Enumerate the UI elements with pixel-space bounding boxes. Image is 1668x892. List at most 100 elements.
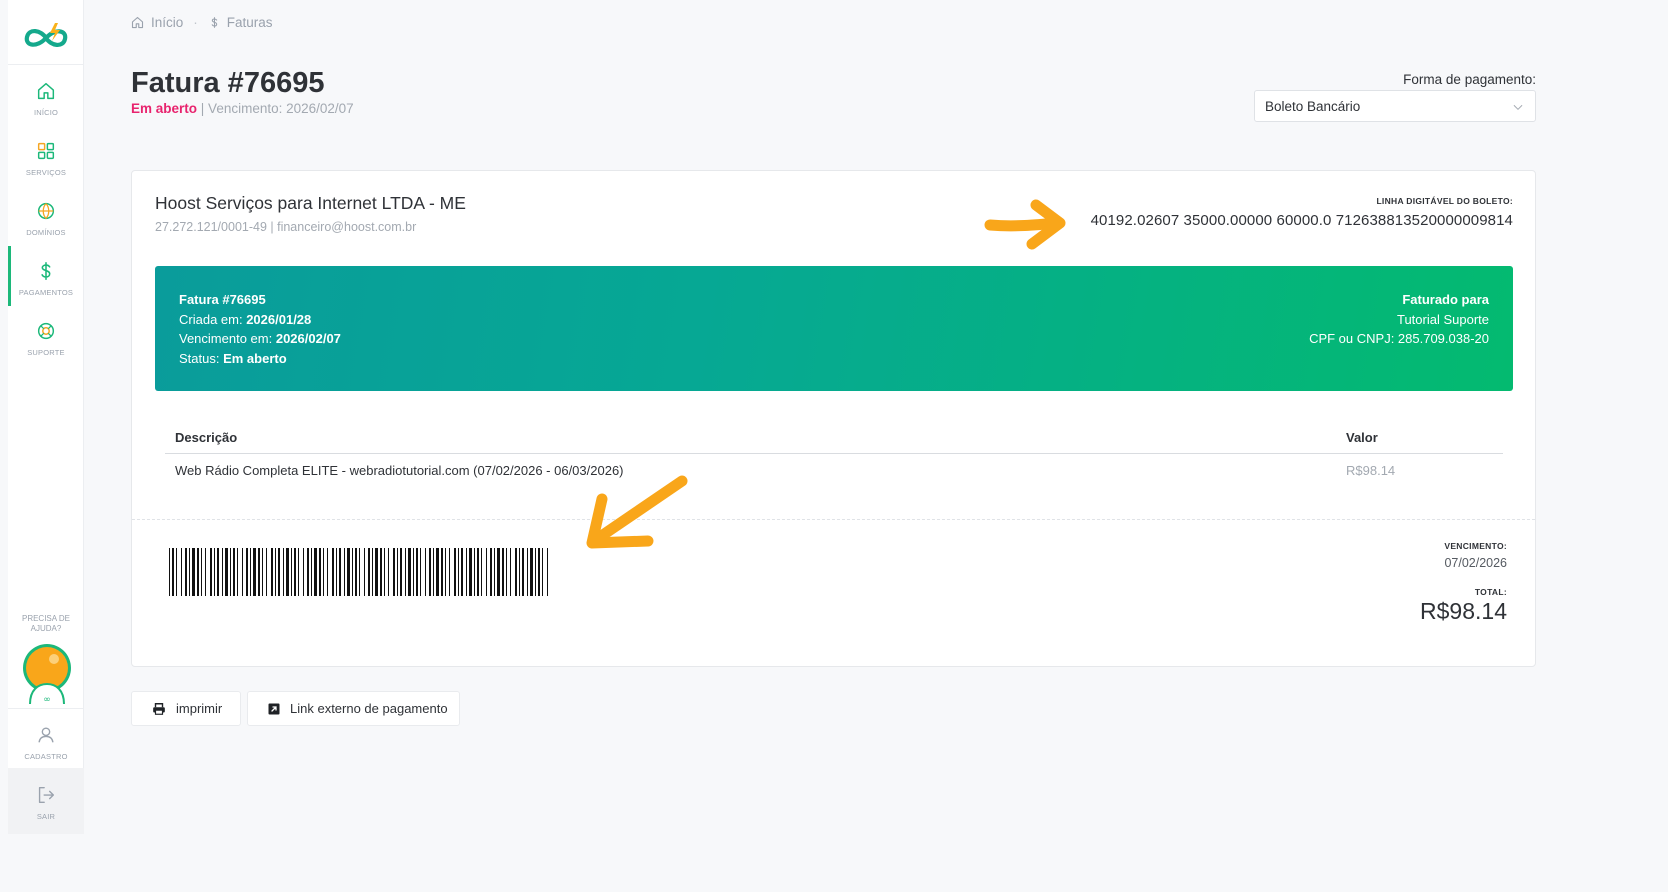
sidebar-item-suporte[interactable]: SUPORTE (8, 306, 84, 366)
barcode-bar (477, 548, 479, 596)
barcode-bar (336, 548, 337, 596)
barcode-bar (519, 548, 520, 596)
barcode-bar (368, 548, 370, 596)
external-link-icon (268, 703, 280, 714)
banner-status: Status: Em aberto (179, 349, 341, 369)
help-text: PRECISA DE AJUDA? (8, 614, 84, 634)
barcode-bar (352, 548, 353, 596)
breadcrumb-separator: · (193, 14, 198, 30)
company-info: 27.272.121/0001-49 | financeiro@hoost.co… (155, 220, 417, 234)
barcode-bar (380, 548, 382, 596)
grid-icon (37, 142, 55, 160)
annotation-arrow-right-icon (984, 199, 1066, 250)
column-header-value: Valor (1346, 430, 1378, 445)
barcode-bar (311, 548, 312, 596)
sidebar-item-label: SUPORTE (27, 348, 65, 357)
footer-due-value: 07/02/2026 (1444, 556, 1507, 570)
status-value: Em aberto (223, 350, 287, 366)
logo-divider (8, 64, 84, 65)
barcode-bar (429, 548, 431, 596)
barcode-bar (210, 548, 212, 596)
barcode-bar (323, 548, 324, 596)
barcode-bar (355, 548, 357, 596)
barcode-bar (372, 548, 373, 596)
barcode-bar (185, 548, 187, 596)
billed-to-label: Faturado para (1402, 292, 1489, 307)
breadcrumb-home[interactable]: Início (130, 15, 183, 30)
barcode-bar (425, 548, 426, 596)
sidebar-item-dominios[interactable]: DOMÍNIOS (8, 186, 84, 246)
barcode-bar (535, 548, 536, 596)
barcode-bar (332, 548, 334, 596)
invoice-card: Hoost Serviços para Internet LTDA - ME 2… (131, 170, 1536, 667)
sidebar-item-servicos[interactable]: SERVIÇOS (8, 126, 84, 186)
barcode-bar (497, 548, 500, 596)
breadcrumb-home-label: Início (151, 14, 184, 30)
barcode-bar (233, 548, 235, 596)
invoice-banner: Fatura #76695 Criada em: 2026/01/28 Venc… (155, 266, 1513, 391)
barcode-bar (522, 548, 524, 596)
boleto-line-value[interactable]: 40192.02607 35000.00000 60000.0 71263881… (1091, 212, 1513, 229)
print-button[interactable]: imprimir (131, 691, 241, 726)
dollar-icon (211, 16, 217, 28)
breadcrumb-faturas[interactable]: Faturas (208, 15, 273, 30)
barcode-bar (400, 548, 402, 596)
table-row: Web Rádio Completa ELITE - webradiotutor… (165, 460, 1503, 484)
barcode-bar (393, 548, 395, 596)
total-label: TOTAL: (1474, 587, 1507, 597)
invoice-subtitle: Em aberto | Vencimento: 2026/02/07 (131, 101, 354, 116)
barcode-bar (197, 548, 199, 596)
barcode-bar (420, 548, 421, 596)
breadcrumb-current-label: Faturas (226, 14, 273, 30)
print-button-label: imprimir (176, 701, 223, 716)
chevron-down-icon (1513, 104, 1523, 110)
due-value: 2026/02/07 (275, 331, 341, 347)
barcode-bar (172, 548, 174, 596)
barcode-bar (253, 548, 256, 596)
barcode-bar (250, 548, 251, 596)
barcode-bar (408, 548, 411, 596)
logout-icon (38, 786, 55, 804)
payment-method-select[interactable]: Boleto Bancário (1254, 90, 1536, 122)
barcode-bar (303, 548, 304, 596)
created-value: 2026/01/28 (246, 311, 312, 327)
barcode-bar (291, 548, 292, 596)
barcode-bar (286, 548, 289, 596)
barcode-bar (506, 548, 507, 596)
barcode-bar (271, 548, 273, 596)
barcode-bar (347, 548, 350, 596)
barcode-bar (547, 548, 548, 596)
barcode-bar (384, 548, 385, 596)
total-value: R$98.14 (1420, 598, 1507, 624)
sidebar-item-pagamentos[interactable]: PAGAMENTOS (8, 246, 84, 306)
barcode-bar (237, 548, 238, 596)
barcode-bar (413, 548, 414, 596)
barcode-bar (388, 548, 389, 596)
billed-to-name: Tutorial Suporte (1396, 311, 1489, 327)
barcode-bar (436, 548, 439, 596)
sidebar-item-sair[interactable]: SAIR (8, 770, 84, 830)
external-payment-link-button[interactable]: Link externo de pagamento (247, 691, 460, 726)
payment-method-label: Forma de pagamento: (1403, 72, 1536, 87)
status-label: Status: (179, 350, 220, 366)
barcode-bar (294, 548, 296, 596)
barcode-bar (307, 548, 309, 596)
dollar-icon (41, 261, 51, 281)
barcode-bar (189, 548, 190, 596)
barcode-bar (405, 548, 406, 596)
sidebar-item-cadastro[interactable]: CADASTRO (8, 710, 84, 770)
created-label: Criada em: (179, 311, 243, 327)
barcode-bar (192, 548, 195, 596)
sidebar-item-label: SAIR (36, 812, 56, 821)
barcode-bar (181, 548, 182, 596)
sidebar-item-inicio[interactable]: INÍCIO (8, 66, 84, 126)
status-badge: Em aberto (131, 101, 198, 116)
boleto-line-label: LINHA DIGITÁVEL DO BOLETO: (1376, 196, 1513, 206)
support-mascot-icon[interactable]: ∞ (22, 642, 72, 708)
barcode-bar (494, 548, 495, 596)
barcode-bar (258, 548, 260, 596)
barcode-bar (461, 548, 463, 596)
banner-due: Vencimento em: 2026/02/07 (179, 329, 341, 349)
hoost-logo[interactable] (21, 20, 71, 54)
barcode-bar (201, 548, 202, 596)
